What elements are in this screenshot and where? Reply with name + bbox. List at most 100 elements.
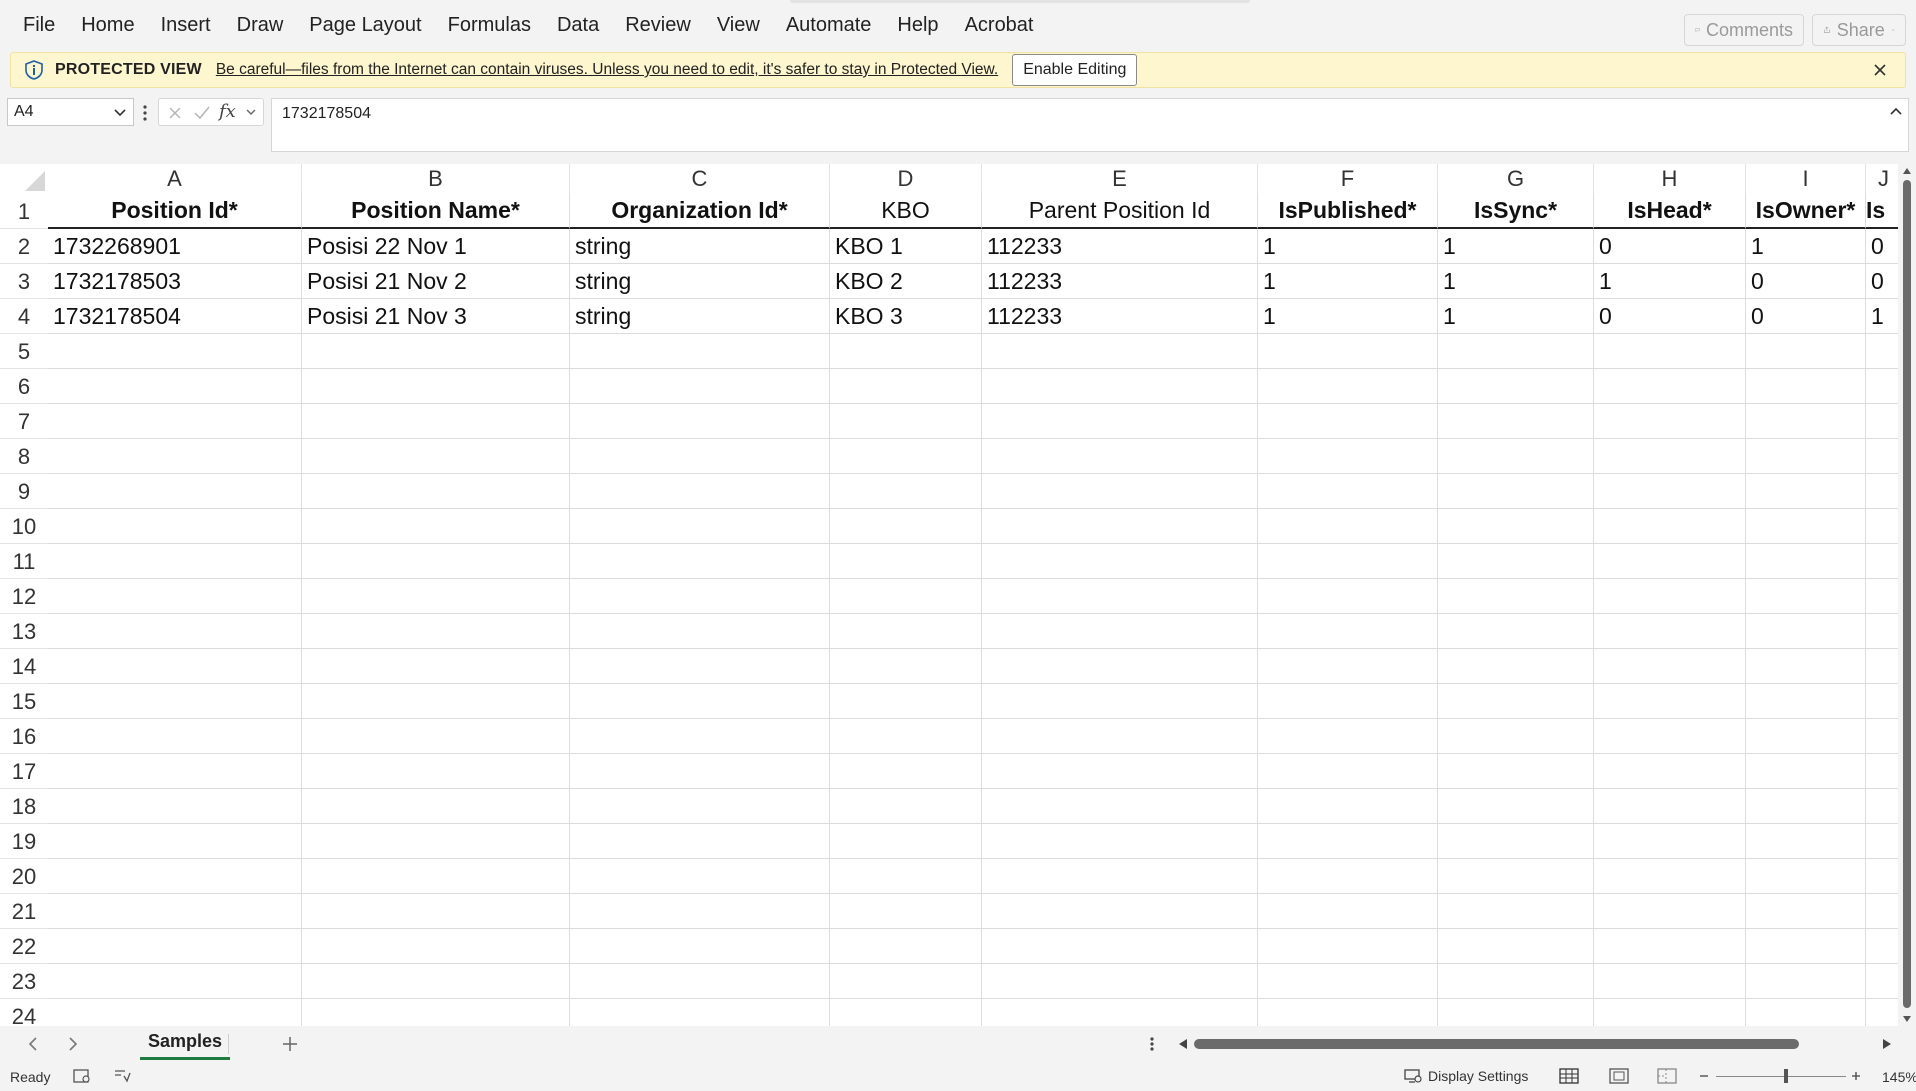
data-cell[interactable]: 1732268901 (48, 229, 302, 264)
row-header-11[interactable]: 11 (0, 544, 48, 579)
empty-cell[interactable] (570, 754, 830, 789)
horizontal-scroll-thumb[interactable] (1194, 1039, 1799, 1049)
empty-cell[interactable] (982, 719, 1258, 754)
empty-cell[interactable] (570, 789, 830, 824)
empty-cell[interactable] (48, 509, 302, 544)
empty-cell[interactable] (1866, 614, 1902, 649)
empty-cell[interactable] (1866, 754, 1902, 789)
empty-cell[interactable] (1594, 929, 1746, 964)
empty-cell[interactable] (1866, 894, 1902, 929)
data-cell[interactable]: 1 (1438, 229, 1594, 264)
empty-cell[interactable] (1594, 754, 1746, 789)
header-cell[interactable]: Is (1866, 194, 1902, 229)
data-cell[interactable]: 0 (1866, 264, 1902, 299)
empty-cell[interactable] (982, 614, 1258, 649)
empty-cell[interactable] (982, 789, 1258, 824)
empty-cell[interactable] (48, 684, 302, 719)
ribbon-tab-draw[interactable]: Draw (224, 0, 297, 50)
empty-cell[interactable] (48, 754, 302, 789)
empty-cell[interactable] (1258, 999, 1438, 1026)
row-header-17[interactable]: 17 (0, 754, 48, 789)
empty-cell[interactable] (1746, 859, 1866, 894)
data-cell[interactable]: string (570, 229, 830, 264)
empty-cell[interactable] (982, 579, 1258, 614)
row-header-5[interactable]: 5 (0, 334, 48, 369)
enable-editing-button[interactable]: Enable Editing (1012, 54, 1138, 86)
chevron-up-icon[interactable] (1888, 105, 1904, 117)
name-box[interactable]: A4 (7, 98, 134, 126)
chevron-down-icon[interactable] (113, 107, 127, 119)
empty-cell[interactable] (1746, 369, 1866, 404)
empty-cell[interactable] (1258, 649, 1438, 684)
empty-cell[interactable] (982, 369, 1258, 404)
add-sheet-icon[interactable] (280, 1034, 300, 1054)
empty-cell[interactable] (48, 789, 302, 824)
data-cell[interactable]: string (570, 264, 830, 299)
normal-view-icon[interactable] (1558, 1066, 1580, 1086)
row-header-20[interactable]: 20 (0, 859, 48, 894)
more-options-icon[interactable] (142, 103, 148, 123)
chevron-down-icon[interactable] (245, 108, 257, 118)
empty-cell[interactable] (1866, 334, 1902, 369)
empty-cell[interactable] (570, 894, 830, 929)
data-cell[interactable]: 1 (1594, 264, 1746, 299)
empty-cell[interactable] (302, 439, 570, 474)
empty-cell[interactable] (302, 894, 570, 929)
empty-cell[interactable] (1594, 369, 1746, 404)
empty-cell[interactable] (1438, 614, 1594, 649)
empty-cell[interactable] (1746, 334, 1866, 369)
data-cell[interactable]: 0 (1746, 264, 1866, 299)
empty-cell[interactable] (1746, 964, 1866, 999)
empty-cell[interactable] (48, 404, 302, 439)
formula-input[interactable]: 1732178504 (271, 98, 1909, 152)
row-header-3[interactable]: 3 (0, 264, 48, 299)
empty-cell[interactable] (570, 964, 830, 999)
empty-cell[interactable] (830, 964, 982, 999)
zoom-in-icon[interactable] (1850, 1070, 1862, 1082)
data-cell[interactable]: 1 (1438, 299, 1594, 334)
empty-cell[interactable] (570, 649, 830, 684)
data-cell[interactable]: 1732178503 (48, 264, 302, 299)
insert-function-button[interactable]: fx (219, 101, 236, 122)
empty-cell[interactable] (302, 474, 570, 509)
empty-cell[interactable] (1866, 684, 1902, 719)
comments-button[interactable]: Comments (1684, 14, 1804, 46)
column-header-i[interactable]: I (1746, 164, 1866, 194)
empty-cell[interactable] (1258, 614, 1438, 649)
empty-cell[interactable] (1438, 754, 1594, 789)
empty-cell[interactable] (302, 509, 570, 544)
empty-cell[interactable] (1438, 544, 1594, 579)
empty-cell[interactable] (48, 544, 302, 579)
empty-cell[interactable] (830, 334, 982, 369)
empty-cell[interactable] (1746, 614, 1866, 649)
empty-cell[interactable] (1866, 719, 1902, 754)
empty-cell[interactable] (48, 719, 302, 754)
row-header-8[interactable]: 8 (0, 439, 48, 474)
empty-cell[interactable] (302, 929, 570, 964)
empty-cell[interactable] (570, 439, 830, 474)
empty-cell[interactable] (982, 824, 1258, 859)
empty-cell[interactable] (1594, 474, 1746, 509)
empty-cell[interactable] (302, 649, 570, 684)
empty-cell[interactable] (302, 544, 570, 579)
empty-cell[interactable] (982, 544, 1258, 579)
row-header-7[interactable]: 7 (0, 404, 48, 439)
empty-cell[interactable] (1438, 649, 1594, 684)
empty-cell[interactable] (570, 824, 830, 859)
row-header-14[interactable]: 14 (0, 649, 48, 684)
empty-cell[interactable] (1746, 824, 1866, 859)
empty-cell[interactable] (1258, 369, 1438, 404)
column-header-f[interactable]: F (1258, 164, 1438, 194)
empty-cell[interactable] (48, 964, 302, 999)
data-cell[interactable]: Posisi 21 Nov 2 (302, 264, 570, 299)
empty-cell[interactable] (830, 684, 982, 719)
empty-cell[interactable] (570, 404, 830, 439)
sheet-tab-samples[interactable]: Samples (140, 1026, 231, 1060)
empty-cell[interactable] (1258, 684, 1438, 719)
empty-cell[interactable] (1594, 719, 1746, 754)
empty-cell[interactable] (982, 439, 1258, 474)
ribbon-tab-home[interactable]: Home (68, 0, 147, 50)
data-cell[interactable]: 1732178504 (48, 299, 302, 334)
header-cell[interactable]: IsHead* (1594, 194, 1746, 229)
empty-cell[interactable] (1866, 964, 1902, 999)
